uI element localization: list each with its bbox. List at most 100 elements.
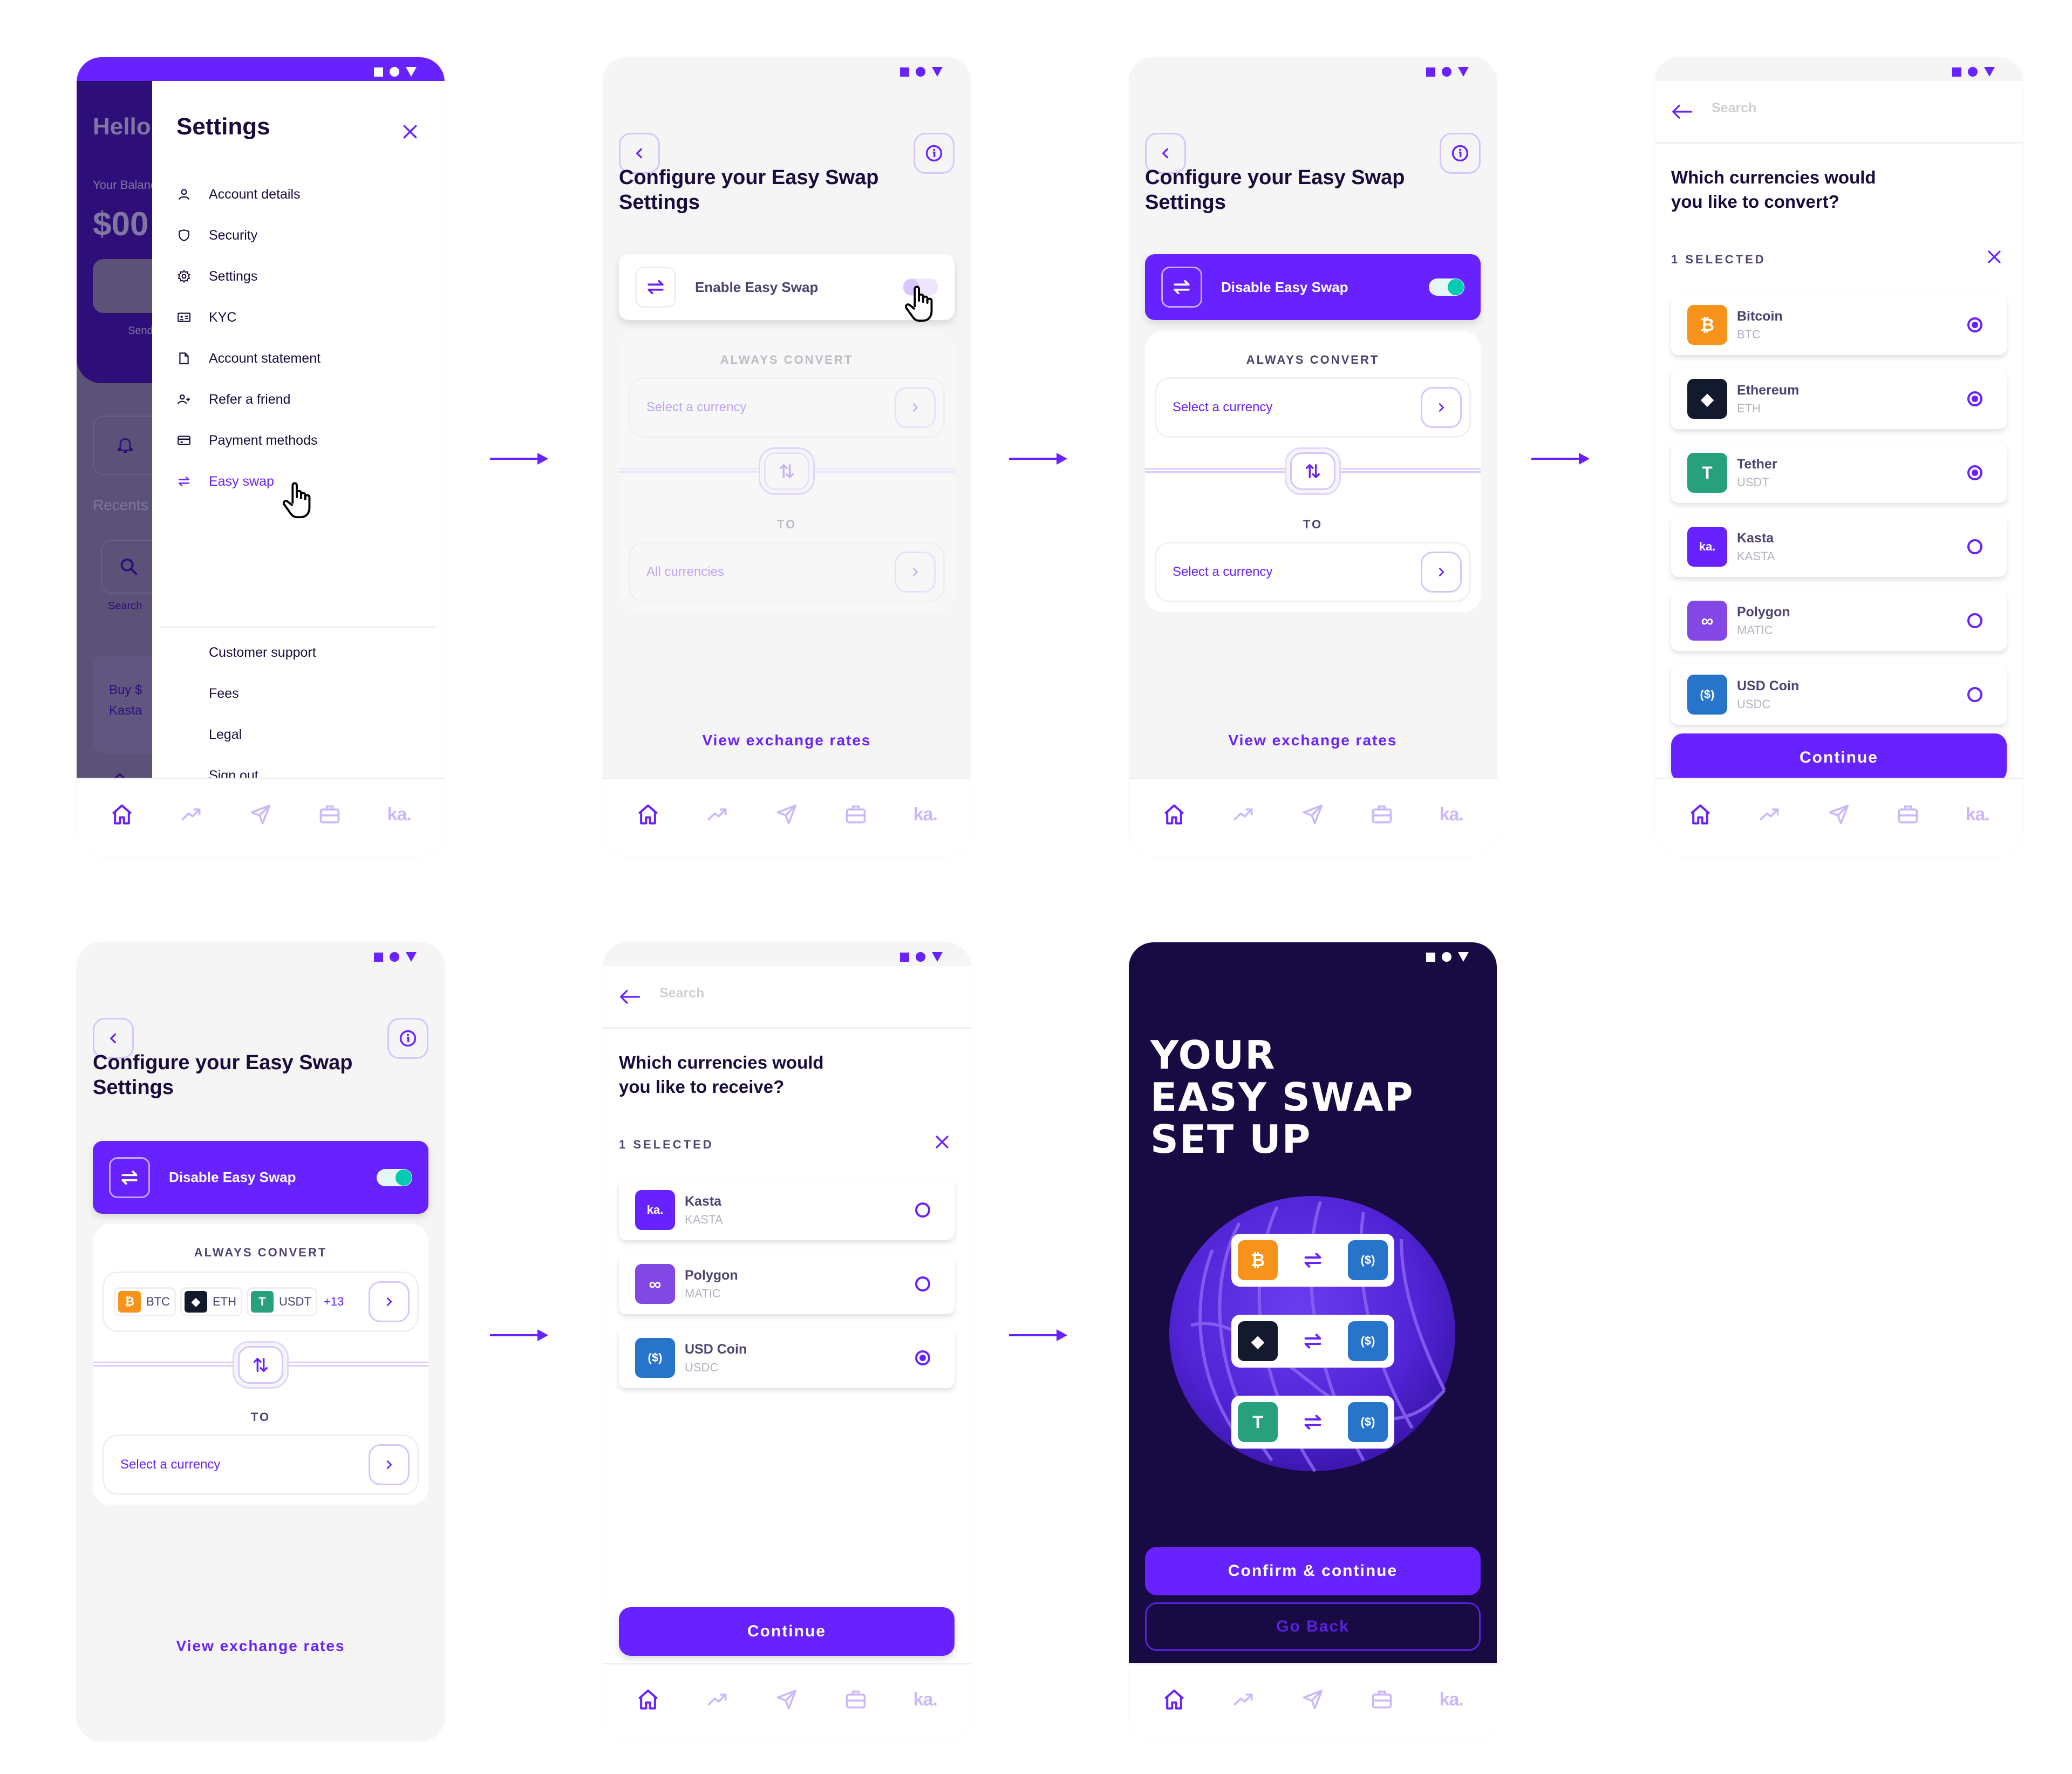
notifications-card[interactable] bbox=[93, 416, 152, 475]
nav-home[interactable] bbox=[106, 801, 138, 828]
easy-swap-switch[interactable] bbox=[377, 1168, 412, 1186]
easy-swap-toggle-card[interactable]: Disable Easy Swap bbox=[93, 1141, 428, 1214]
view-exchange-rates-link[interactable]: View exchange rates bbox=[603, 732, 971, 749]
menu-item-legal[interactable]: Legal bbox=[209, 727, 242, 743]
to-currency-field[interactable]: All currencies bbox=[629, 542, 945, 602]
from-currency-chevron-button[interactable] bbox=[1421, 387, 1462, 428]
currency-row[interactable]: ◆ Ethereum ETH bbox=[1671, 369, 2007, 429]
nav-kasta[interactable]: ka. bbox=[909, 1686, 942, 1713]
nav-kasta[interactable]: ka. bbox=[383, 801, 415, 828]
from-currency-field[interactable]: Select a currency bbox=[629, 377, 945, 438]
menu-item-security[interactable]: Security bbox=[176, 225, 257, 246]
nav-markets[interactable] bbox=[1228, 1686, 1260, 1713]
nav-markets[interactable] bbox=[701, 1686, 734, 1713]
menu-label: Settings bbox=[209, 268, 258, 284]
to-currency-chevron-button[interactable] bbox=[369, 1444, 410, 1485]
nav-send[interactable] bbox=[1823, 801, 1855, 828]
confirm-continue-button[interactable]: Confirm & continue bbox=[1145, 1547, 1481, 1595]
nav-markets[interactable] bbox=[175, 801, 208, 828]
currency-radio[interactable] bbox=[915, 1276, 930, 1292]
nav-send[interactable] bbox=[1297, 801, 1329, 828]
close-icon[interactable] bbox=[1986, 249, 2002, 265]
search-shortcut[interactable] bbox=[101, 540, 152, 594]
nav-send[interactable] bbox=[771, 1686, 803, 1713]
to-currency-chevron-button[interactable] bbox=[1421, 552, 1462, 593]
currency-symbol: ETH bbox=[1737, 401, 1761, 415]
search-input[interactable] bbox=[1712, 100, 1927, 116]
nav-home[interactable] bbox=[1684, 801, 1716, 828]
currency-radio[interactable] bbox=[915, 1202, 930, 1218]
menu-item-customer-support[interactable]: Customer support bbox=[209, 645, 316, 661]
currency-radio[interactable] bbox=[1967, 539, 1982, 554]
nav-markets[interactable] bbox=[1754, 801, 1786, 828]
currency-radio[interactable] bbox=[1967, 613, 1982, 628]
from-currency-field[interactable]: Select a currency bbox=[1155, 377, 1471, 438]
menu-item-payment-methods[interactable]: Payment methods bbox=[176, 430, 318, 451]
swap-direction-button[interactable] bbox=[233, 1341, 289, 1389]
menu-item-account-details[interactable]: Account details bbox=[176, 183, 301, 205]
from-currency-field[interactable]: ₿ BTC ◆ ETH T USDT +13 bbox=[103, 1272, 419, 1332]
to-currency-field[interactable]: Select a currency bbox=[103, 1435, 419, 1495]
currency-row[interactable]: ka. Kasta KASTA bbox=[1671, 516, 2007, 577]
send-button[interactable] bbox=[93, 259, 152, 313]
nav-send[interactable] bbox=[244, 801, 277, 828]
briefcase-icon bbox=[844, 1688, 868, 1711]
arrow-left-icon[interactable] bbox=[1671, 104, 1693, 120]
go-back-button[interactable]: Go Back bbox=[1145, 1602, 1481, 1651]
nav-home[interactable] bbox=[632, 1686, 664, 1713]
nav-markets[interactable] bbox=[701, 801, 734, 828]
currency-row[interactable]: ($) USD Coin USDC bbox=[619, 1328, 955, 1388]
currency-radio[interactable] bbox=[1967, 317, 1982, 332]
nav-markets[interactable] bbox=[1228, 801, 1260, 828]
currency-radio[interactable] bbox=[915, 1350, 930, 1365]
currency-row[interactable]: ∞ Polygon MATIC bbox=[619, 1254, 955, 1314]
menu-item-easy-swap[interactable]: Easy swap bbox=[176, 471, 274, 492]
from-currency-chevron-button[interactable] bbox=[369, 1281, 410, 1322]
currency-row[interactable]: ($) USD Coin USDC bbox=[1671, 664, 2007, 725]
continue-button[interactable]: Continue bbox=[1671, 733, 2007, 782]
menu-item-refer-friend[interactable]: Refer a friend bbox=[176, 389, 290, 410]
easy-swap-toggle-card[interactable]: Disable Easy Swap bbox=[1145, 254, 1481, 320]
home-icon bbox=[110, 772, 130, 778]
to-currency-field[interactable]: Select a currency bbox=[1155, 542, 1471, 602]
swap-direction-button[interactable] bbox=[1285, 447, 1341, 495]
currency-row[interactable]: T Tether USDT bbox=[1671, 443, 2007, 503]
menu-item-account-statement[interactable]: Account statement bbox=[176, 348, 321, 369]
view-exchange-rates-link[interactable]: View exchange rates bbox=[77, 1637, 445, 1655]
from-currency-chevron-button[interactable] bbox=[895, 387, 936, 428]
continue-button[interactable]: Continue bbox=[619, 1607, 955, 1656]
hand-cursor-icon bbox=[904, 284, 938, 324]
nav-home[interactable] bbox=[1158, 801, 1190, 828]
currency-radio[interactable] bbox=[1967, 687, 1982, 702]
currency-row[interactable]: ∞ Polygon MATIC bbox=[1671, 590, 2007, 651]
currency-row[interactable]: ₿ Bitcoin BTC bbox=[1671, 295, 2007, 355]
nav-portfolio[interactable] bbox=[313, 801, 346, 828]
nav-send[interactable] bbox=[771, 801, 803, 828]
nav-portfolio[interactable] bbox=[1892, 801, 1924, 828]
nav-home[interactable] bbox=[632, 801, 664, 828]
currency-row[interactable]: ka. Kasta KASTA bbox=[619, 1180, 955, 1240]
nav-kasta[interactable]: ka. bbox=[909, 801, 942, 828]
nav-portfolio[interactable] bbox=[1366, 801, 1398, 828]
nav-home[interactable] bbox=[1158, 1686, 1190, 1713]
nav-kasta[interactable]: ka. bbox=[1435, 801, 1468, 828]
menu-item-kyc[interactable]: KYC bbox=[176, 307, 236, 328]
nav-portfolio[interactable] bbox=[840, 801, 872, 828]
menu-item-settings[interactable]: Settings bbox=[176, 266, 257, 287]
to-currency-chevron-button[interactable] bbox=[895, 552, 936, 593]
easy-swap-switch[interactable] bbox=[1429, 278, 1464, 296]
nav-portfolio[interactable] bbox=[1366, 1686, 1398, 1713]
menu-item-fees[interactable]: Fees bbox=[209, 686, 239, 702]
currency-radio[interactable] bbox=[1967, 465, 1982, 480]
view-exchange-rates-link[interactable]: View exchange rates bbox=[1129, 732, 1497, 749]
arrow-left-icon[interactable] bbox=[619, 989, 640, 1005]
close-icon[interactable] bbox=[401, 123, 419, 140]
nav-portfolio[interactable] bbox=[840, 1686, 872, 1713]
close-icon[interactable] bbox=[934, 1134, 950, 1150]
nav-kasta[interactable]: ka. bbox=[1961, 801, 1994, 828]
nav-send[interactable] bbox=[1297, 1686, 1329, 1713]
swap-direction-button[interactable] bbox=[759, 447, 815, 495]
nav-kasta[interactable]: ka. bbox=[1435, 1686, 1468, 1713]
currency-radio[interactable] bbox=[1967, 391, 1982, 406]
search-input[interactable] bbox=[659, 985, 875, 1001]
